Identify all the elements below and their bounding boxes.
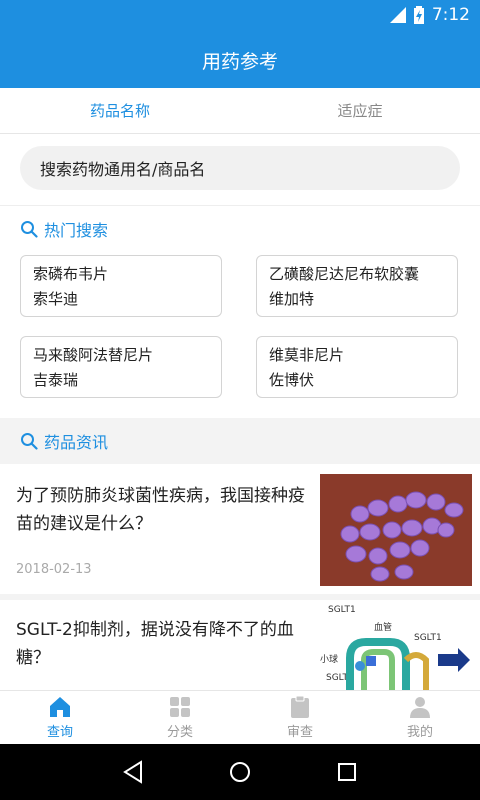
nav-review[interactable]: 审查 [240,691,360,744]
home-icon [50,697,70,717]
drug-news-header: 药品资讯 [0,418,480,464]
search-placeholder: 搜索药物通用名/商品名 [40,160,206,179]
bottom-nav: 查询 分类 审查 我的 [0,690,480,744]
hot-search-item[interactable]: 马来酸阿法替尼片 吉泰瑞 [20,336,222,398]
kidney-diagram-image: SGLT1 血管 SGLT1 小球 SGLT2 [320,600,472,692]
hot-search-item[interactable]: 索磷布韦片 索华迪 [20,255,222,317]
hot-search-item[interactable]: 维莫非尼片 佐博伏 [256,336,458,398]
brand-name: 佐博伏 [269,371,315,389]
news-title: SGLT-2抑制剂，据说没有降不了的血糖？ [16,620,294,668]
brand-name: 维加特 [269,290,315,308]
bacteria-thumbnail-image [320,474,472,586]
brand-name: 吉泰瑞 [33,371,79,389]
hot-search-heading: 热门搜索 [44,220,109,240]
diagram-label-glomerulus: 小球 [320,653,338,665]
search-icon [21,433,38,450]
generic-name: 乙磺酸尼达尼布软胶囊 [269,265,420,283]
recents-icon[interactable] [335,760,359,784]
status-time: 7:12 [431,5,470,25]
search-input[interactable]: 搜索药物通用名/商品名 [20,146,460,190]
diagram-label-sglt1: SGLT1 [328,605,356,615]
nav-mine[interactable]: 我的 [360,691,480,744]
page-title: 用药参考 [201,50,278,73]
diagram-label-sglt1: SGLT1 [414,633,442,643]
news-title: 为了预防肺炎球菌性疾病，我国接种疫苗的建议是什么？ [16,486,305,534]
tab-label: 药品名称 [89,102,150,120]
system-nav-bar [0,744,480,800]
news-list-item[interactable]: SGLT-2抑制剂，据说没有降不了的血糖？ SGLT1 血管 SGLT1 小球 … [0,600,480,692]
hot-search-header: 热门搜索 [0,205,480,251]
battery-charging-icon [413,6,424,24]
generic-name: 索磷布韦片 [33,265,109,283]
nav-label: 我的 [406,725,433,740]
search-icon [21,220,38,238]
back-icon[interactable] [121,760,145,784]
hot-search-item[interactable]: 乙磺酸尼达尼布软胶囊 维加特 [256,255,458,317]
person-icon [410,697,430,718]
diagram-label-vessel: 血管 [374,621,392,633]
tab-label: 适应症 [337,102,383,120]
nav-label: 分类 [166,725,193,740]
status-bar: 7:12 [0,0,480,32]
nav-query[interactable]: 查询 [0,691,120,744]
nav-label: 审查 [286,725,313,740]
app-bar: 用药参考 [0,32,480,88]
news-date: 2018-02-13 [16,562,92,577]
brand-name: 索华迪 [33,290,79,308]
tab-drug-name[interactable]: 药品名称 [0,88,240,133]
signal-icon [389,7,406,23]
drug-news-heading: 药品资讯 [44,433,109,452]
clipboard-icon [291,695,309,718]
grid-icon [170,697,190,717]
generic-name: 马来酸阿法替尼片 [33,346,154,364]
nav-label: 查询 [46,725,73,740]
tab-indication[interactable]: 适应症 [240,88,480,133]
news-list-item[interactable]: 为了预防肺炎球菌性疾病，我国接种疫苗的建议是什么？ 2018-02-13 [0,464,480,594]
home-circle-icon[interactable] [228,760,252,784]
tab-bar: 药品名称 适应症 [0,88,480,134]
nav-category[interactable]: 分类 [120,691,240,744]
generic-name: 维莫非尼片 [269,346,345,364]
